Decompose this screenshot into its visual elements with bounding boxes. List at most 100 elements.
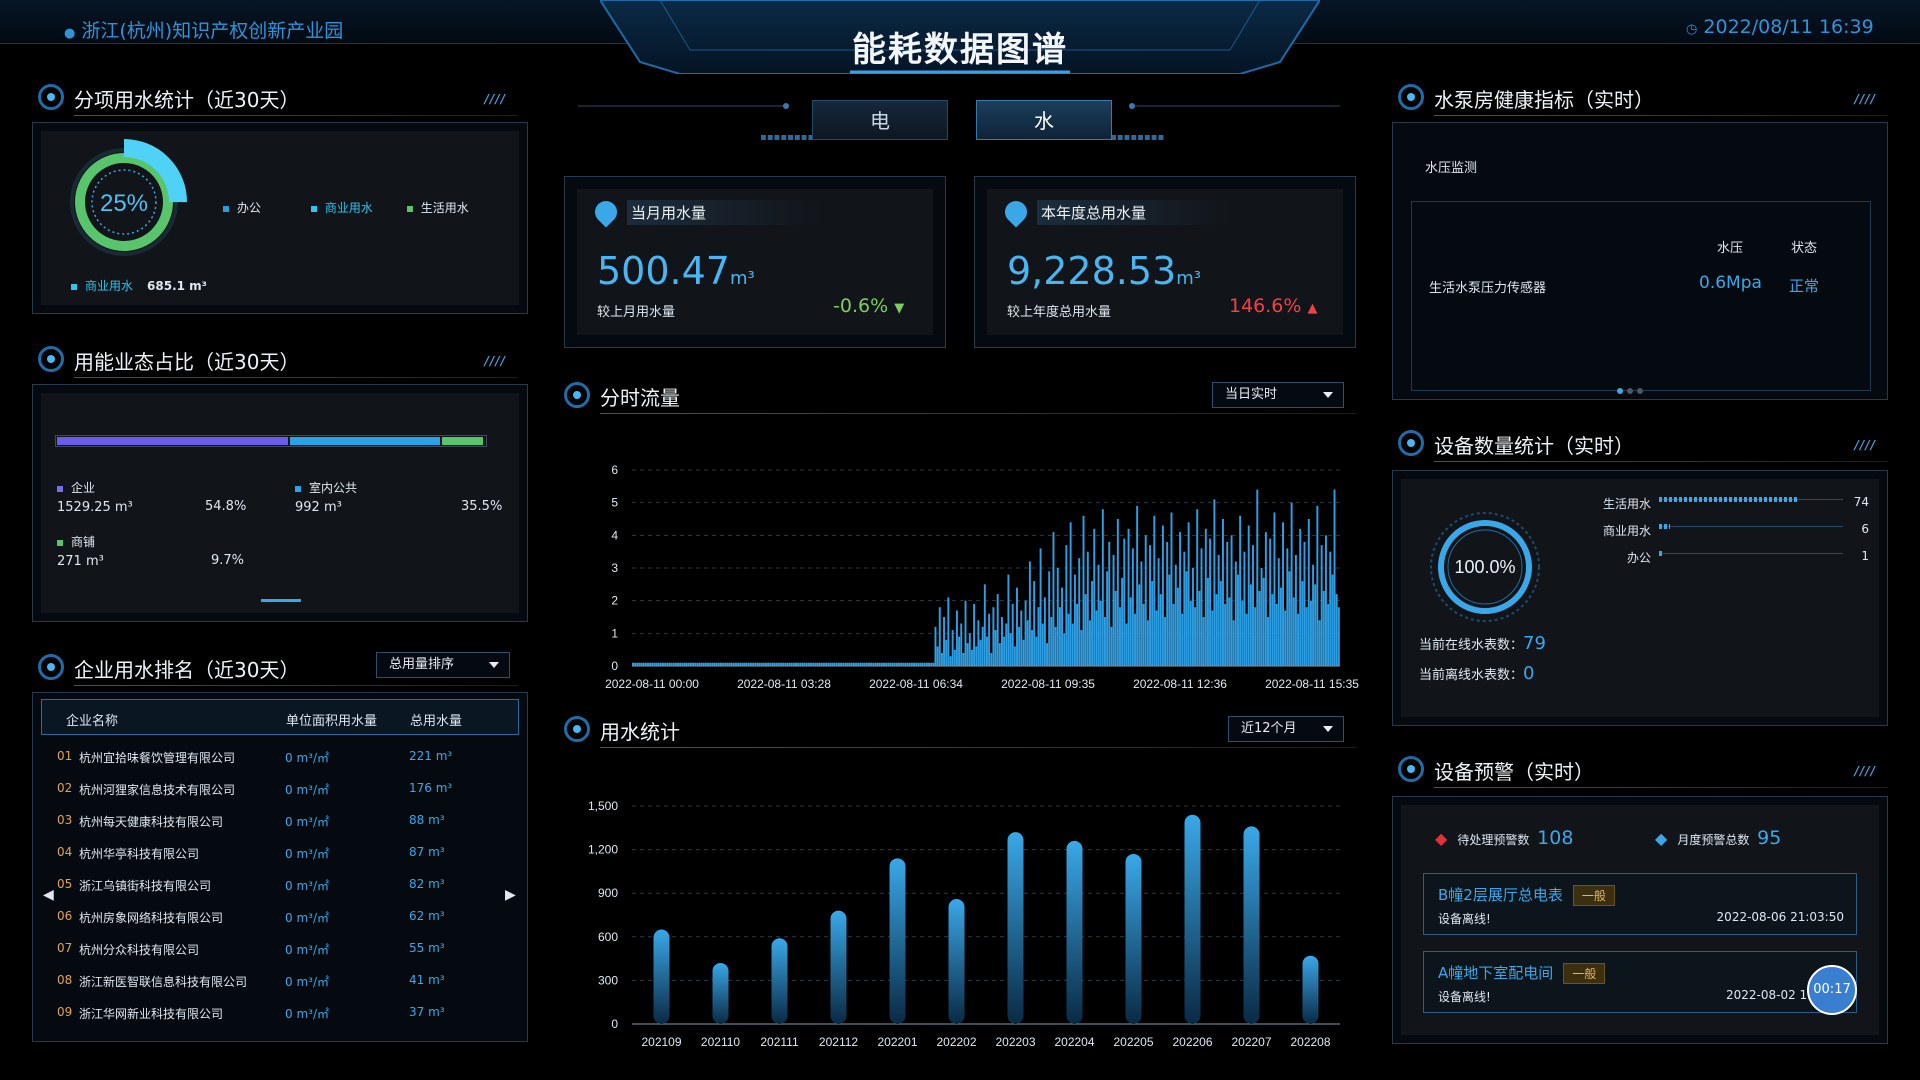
flow-bar [1065,545,1068,666]
flow-bar [953,649,956,666]
usage-range-select[interactable]: 近12个月 [1228,716,1344,742]
flow-bar [632,662,634,666]
flow-bar [664,662,667,666]
flow-bar [904,662,907,666]
flow-bar [1314,584,1317,666]
flow-bar [1022,639,1025,666]
sub-water-donut: 25% [61,139,187,265]
flow-bar [1277,558,1280,666]
table-row[interactable]: 03 杭州每天健康科技有限公司 0 m³/㎡ 88 m³ [41,805,519,837]
flow-bar [1322,590,1325,666]
flow-bar [1116,519,1119,666]
flow-bar [1292,597,1295,666]
flow-bar [816,662,819,666]
pump-pager[interactable] [1617,379,1643,398]
kpi-yearly-compare-label: 较上年度总用水量 [1007,305,1112,320]
tab-electricity[interactable]: 电 [812,100,948,140]
table-row[interactable]: 09 浙江华网新业科技有限公司 0 m³/㎡ 37 m³ [41,997,519,1029]
flow-bar [1078,558,1081,666]
flow-bar [1108,541,1111,666]
sub-water-detail: 商业用水 685.1 m³ [71,277,207,294]
ranking-table-header: 企业名称 单位面积用水量 总用水量 [41,699,519,735]
clock-icon: ◷ [1686,22,1698,37]
sub-water-panel: 25% 办公 商业用水 生活用水 商业用水 685.1 m³ [32,122,528,314]
flow-bar [1234,561,1237,666]
flow-bar [891,662,894,666]
table-row[interactable]: 05 浙江乌镇街科技有限公司 0 m³/㎡ 82 m³ [41,869,519,901]
flow-bar [784,662,787,666]
flow-bar [1316,505,1319,666]
col-pressure: 水压 [1717,241,1744,256]
carousel-indicator[interactable] [261,599,301,602]
x-tick-label: 202201 [877,1035,917,1049]
flow-bar [674,662,677,666]
sub-water-header: 分项用水统计（近30天） //// [38,80,518,120]
prev-page-icon[interactable]: ◀ [43,887,54,903]
flow-bar [1309,600,1312,666]
flow-bar [777,662,780,666]
flow-bar [1024,600,1027,666]
tab-water[interactable]: 水 [976,100,1112,140]
kpi-monthly-card: 当月用水量 500.47m³ 较上月用水量 -0.6% ▼ [564,176,946,348]
flow-bar [1149,545,1151,666]
table-row[interactable]: 06 杭州房象网络科技有限公司 0 m³/㎡ 62 m³ [41,901,519,933]
flow-bar [1320,545,1323,666]
flow-bar [1119,607,1121,666]
sensor-name: 生活水泵压力传感器 [1429,281,1547,296]
flow-bar [1249,584,1252,666]
table-row[interactable]: 04 杭州华亭科技有限公司 0 m³/㎡ 87 m³ [41,837,519,869]
flow-bar [1170,512,1173,666]
flow-bar [1279,587,1282,666]
hourly-range-select[interactable]: 当日实时 [1212,382,1344,408]
flow-bar [807,662,810,666]
flow-bar [672,662,675,666]
x-tick-label: 202208 [1290,1035,1330,1049]
ranking-sort-select[interactable]: 总用量排序 [376,652,510,678]
flow-bar [945,639,948,666]
flow-bar [670,662,673,666]
usage-bar [712,962,729,1024]
ratio-stacked-bar [55,435,487,447]
timer-bubble[interactable]: 00:17 [1807,965,1857,1015]
flow-bar [653,662,656,666]
flow-bar [1031,630,1033,666]
flow-bar [662,662,664,666]
offline-count: 当前离线水表数：0 [1419,663,1535,684]
legend-item-commercial: 商业用水 [310,201,373,215]
flow-bar [855,662,858,666]
flow-bar [835,662,838,666]
flow-bar [848,662,851,666]
flow-bar [827,662,830,666]
flow-bar [979,639,982,666]
table-row[interactable]: 07 杭州分众科技有限公司 0 m³/㎡ 55 m³ [41,933,519,965]
x-tick-label: 2022-08-11 12:36 [1133,677,1227,691]
flow-bar [752,662,755,666]
flow-bar [1331,574,1334,666]
flow-bar [1243,551,1246,666]
flow-bar [1043,597,1046,666]
flow-bar [1035,636,1038,666]
table-row[interactable]: 02 杭州河狸家信息技术有限公司 0 m³/㎡ 176 m³ [41,773,519,805]
flow-bar [704,662,707,666]
next-page-icon[interactable]: ▶ [505,887,516,903]
usage-bar [889,858,906,1024]
alert-item[interactable]: B幢2层展厅总电表 一般 设备离线! 2022-08-06 21:03:50 [1423,873,1857,935]
flow-bar [1301,581,1304,666]
flow-bar [1129,597,1132,666]
flow-bar [1297,613,1300,666]
energy-ratio-header: 用能业态占比（近30天） //// [38,342,518,382]
flow-bar [1211,610,1214,666]
flow-bar [655,662,658,666]
kpi-yearly-card: 本年度总用水量 9,228.53m³ 较上年度总用水量 146.6% ▲ [974,176,1356,348]
hourly-flow-chart: 0 1 2 3 4 5 6 2022-08-11 00:00 2022-08-11 03:28 2… [605,463,1359,691]
flow-bar [732,662,735,666]
alert-item[interactable]: A幢地下室配电间 一般 设备离线! 2022-08-02 18: [1423,951,1857,1013]
flow-bar [859,662,862,666]
table-row[interactable]: 08 浙江新医智联信息科技有限公司 0 m³/㎡ 41 m³ [41,965,519,997]
y-tick-label: 0 [611,659,618,673]
table-row[interactable]: 01 杭州宜拾味餐饮管理有限公司 0 m³/㎡ 221 m³ [41,741,519,773]
flow-bar [762,662,765,666]
decor-slashes-icon: //// [484,354,506,368]
flow-bar [1312,564,1315,666]
flow-bar [1275,603,1278,666]
